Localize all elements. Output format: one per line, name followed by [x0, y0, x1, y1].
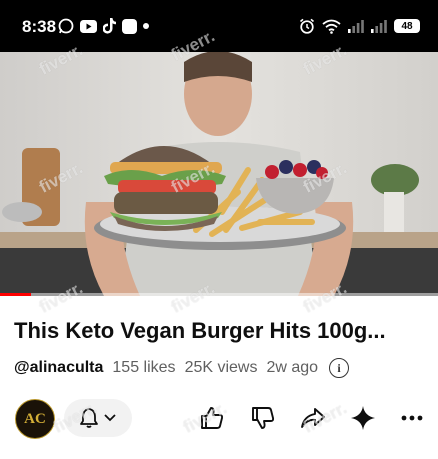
dot-icon — [143, 23, 149, 29]
tiktok-icon — [103, 18, 116, 34]
wifi-icon — [322, 19, 341, 34]
video-info-panel: This Keto Vegan Burger Hits 100g... @ali… — [0, 296, 438, 459]
share-icon — [301, 408, 325, 428]
action-bar: AC — [0, 396, 438, 442]
system-icons: 48 — [299, 18, 420, 34]
app-icon — [122, 18, 137, 34]
video-title[interactable]: This Keto Vegan Burger Hits 100g... — [14, 318, 426, 344]
channel-handle[interactable]: @alinaculta — [14, 359, 103, 377]
dislike-icon — [252, 407, 275, 429]
remix-sparkle-icon — [351, 406, 375, 430]
dislike-button[interactable] — [249, 404, 277, 432]
views-count: 25K views — [184, 359, 258, 376]
likes-count: 155 likes — [112, 359, 176, 376]
channel-avatar[interactable]: AC — [15, 399, 55, 439]
like-button[interactable] — [198, 404, 226, 432]
info-icon[interactable]: i — [329, 358, 350, 378]
video-player[interactable] — [0, 52, 438, 296]
more-options-button[interactable] — [398, 404, 426, 432]
like-icon — [201, 407, 224, 429]
youtube-icon — [80, 19, 97, 33]
upload-age: 2w ago — [266, 359, 319, 376]
signal-icon — [371, 20, 387, 33]
battery-icon: 48 — [394, 19, 420, 33]
video-meta-row[interactable]: @alinaculta 155 likes 25K views 2w ago i — [14, 358, 358, 378]
subscribe-notification-button[interactable] — [64, 399, 132, 437]
status-time: 8:38 — [22, 17, 57, 36]
signal-icon — [348, 20, 364, 33]
status-bar: 8:38 48 — [0, 0, 438, 52]
share-button[interactable] — [299, 404, 327, 432]
whatsapp-icon — [58, 18, 74, 34]
alarm-icon — [299, 18, 315, 34]
video-frame — [0, 52, 438, 296]
more-icon — [401, 415, 423, 421]
notification-icons — [58, 18, 149, 34]
remix-button[interactable] — [349, 404, 377, 432]
bell-icon — [80, 408, 98, 428]
chevron-down-icon — [104, 414, 116, 422]
